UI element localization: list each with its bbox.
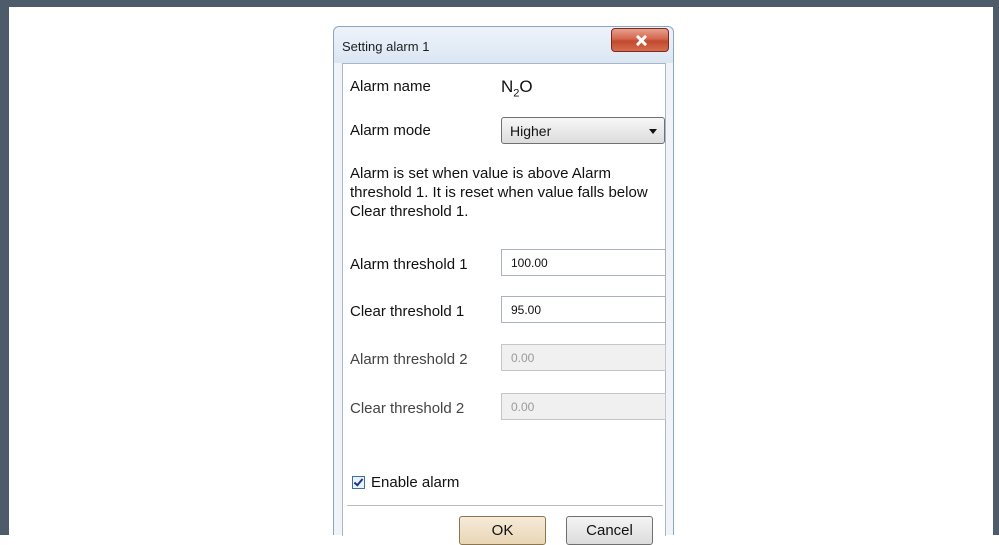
divider [347,505,663,506]
alarm-threshold-2-input[interactable]: 0.00 [501,344,666,371]
ok-button[interactable]: OK [459,516,546,545]
enable-alarm-checkbox[interactable] [352,476,365,489]
chevron-down-icon [649,129,657,134]
alarm-name-value: N2O [501,77,533,99]
alarm-description: Alarm is set when value is above Alarm t… [350,165,648,220]
window-frame-right [993,0,999,535]
dialog-title: Setting alarm 1 [342,39,430,54]
dialog-content: Alarm name N2O Alarm mode Higher Alarm i… [342,63,666,545]
clear-threshold-2-input[interactable]: 0.00 [501,393,666,420]
alarm-threshold-1-label: Alarm threshold 1 [350,256,468,273]
alarm-threshold-2-label: Alarm threshold 2 [350,351,468,368]
alarm-mode-value: Higher [510,123,552,139]
window-frame-left [0,0,9,535]
alarm-threshold-1-input[interactable]: 100.00 [501,249,666,276]
dialog-titlebar: Setting alarm 1 [334,27,673,63]
alarm-name-label: Alarm name [350,78,431,95]
alarm-name-tail: O [519,77,533,96]
close-icon[interactable] [611,28,669,52]
alarm-name-base: N [501,77,514,96]
enable-alarm-label[interactable]: Enable alarm [371,474,459,491]
window-frame-top [0,0,999,7]
alarm-mode-label: Alarm mode [350,122,431,139]
setting-alarm-dialog: Setting alarm 1 Alarm name N2O Alarm mod… [333,26,674,545]
cancel-button[interactable]: Cancel [566,516,653,545]
clear-threshold-1-label: Clear threshold 1 [350,303,465,320]
clear-threshold-2-label: Clear threshold 2 [350,400,465,417]
clear-threshold-1-input[interactable]: 95.00 [501,296,666,323]
alarm-mode-select[interactable]: Higher [501,117,665,144]
